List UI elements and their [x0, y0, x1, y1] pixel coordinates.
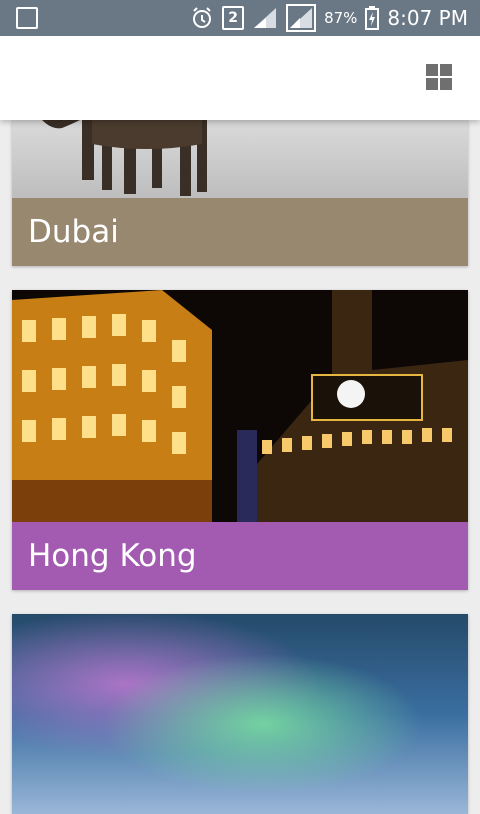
clock: 8:07 PM [387, 6, 468, 30]
signal-icon [254, 8, 277, 28]
status-bar: 2 87% 8:07 PM [0, 0, 480, 36]
card-title: Dubai [12, 198, 468, 266]
alarm-icon [193, 7, 212, 28]
card-image [12, 614, 468, 814]
gallery-icon [16, 7, 38, 29]
destination-card-dubai[interactable]: Dubai [12, 120, 468, 266]
destination-card-hong-kong[interactable]: Hong Kong [12, 290, 468, 590]
signal-icon [286, 4, 317, 32]
grid-view-icon[interactable] [426, 64, 452, 90]
battery-percent: 87% [324, 9, 358, 27]
app-bar [0, 36, 480, 120]
card-image [12, 290, 468, 522]
card-title: Hong Kong [12, 522, 468, 590]
sim-slot-badge: 2 [222, 6, 245, 30]
card-image [12, 120, 468, 198]
battery-charging-icon [365, 6, 380, 30]
destination-card-aurora[interactable] [12, 614, 468, 814]
